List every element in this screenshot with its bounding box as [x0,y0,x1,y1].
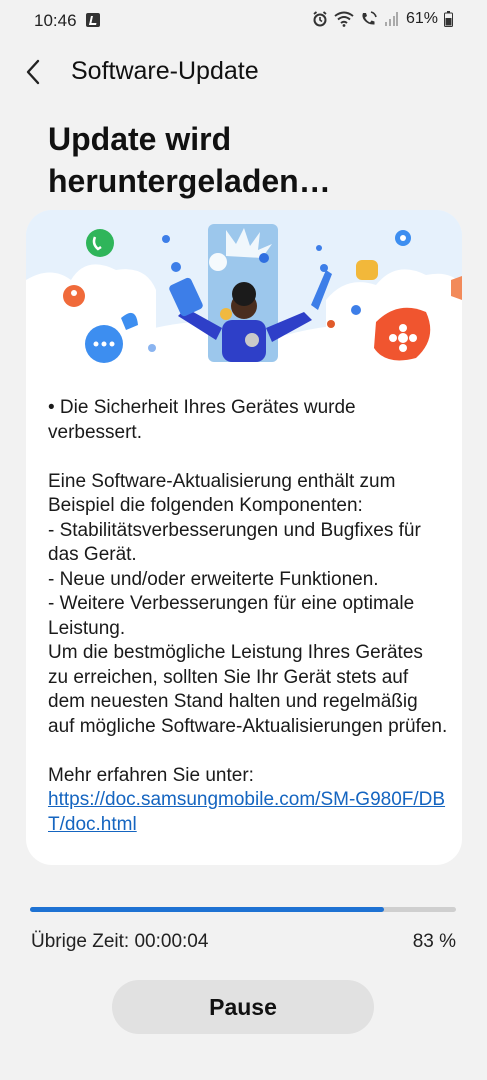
page-title: Software-Update [71,57,259,85]
status-bar: 10:46 61% [0,0,487,44]
download-progress-fill [30,907,384,912]
update-description: Eine Software-Aktualisierung enthält zum… [48,470,448,737]
update-info-text: • Die Sicherheit Ihres Gerätes wurde ver… [48,396,448,837]
pause-button[interactable]: Pause [112,980,374,1034]
security-bullet: • Die Sicherheit Ihres Gerätes wurde ver… [48,397,356,443]
status-time: 10:46 [34,11,77,30]
app-header: Software-Update [0,44,487,100]
chevron-left-icon [26,59,40,85]
alarm-icon [313,11,327,27]
battery-percent: 61% [405,10,438,27]
wifi-icon [334,11,354,27]
progress-percent: 83 % [412,931,456,952]
music-note-icon [86,13,100,27]
download-headline: Update wird heruntergeladen… [48,121,331,199]
update-illustration [26,210,462,376]
battery-icon [444,11,453,27]
download-progress-bar [30,907,456,912]
wifi-call-icon [362,11,377,25]
more-info-label: Mehr erfahren Sie unter: [48,764,254,786]
release-notes-link[interactable]: https://doc.samsungmobile.com/SM-G980F/D… [48,789,445,835]
back-button[interactable] [18,54,52,90]
status-icons: 61% [312,10,453,28]
signal-icon [384,12,398,26]
update-info-card[interactable]: • Die Sicherheit Ihres Gerätes wurde ver… [26,210,462,865]
remaining-time: Übrige Zeit: 00:00:04 [31,931,209,952]
